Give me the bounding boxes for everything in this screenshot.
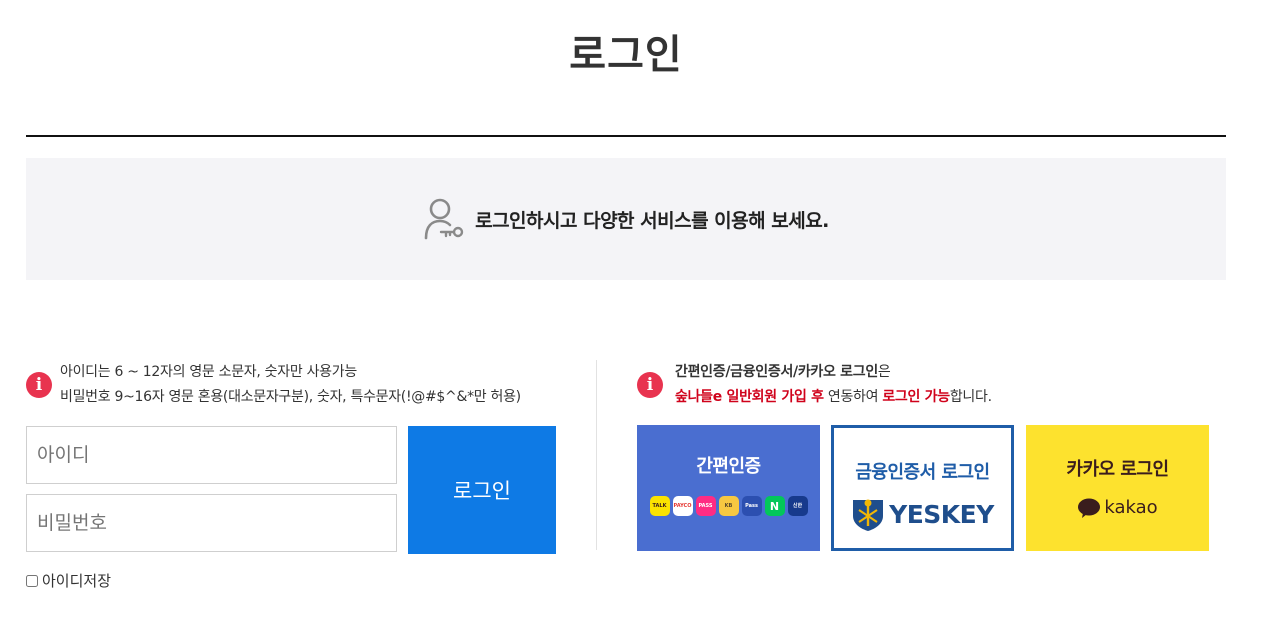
simple-auth-label: 간편인증 bbox=[696, 456, 761, 477]
shinhan-icon: 신한 bbox=[787, 496, 808, 516]
simple-auth-button[interactable]: 간편인증 TALK PAYCO PASS KB Pass N 신한 bbox=[637, 425, 820, 551]
title-divider bbox=[26, 135, 1226, 137]
provider-icons: TALK PAYCO PASS KB Pass N 신한 bbox=[649, 496, 808, 516]
yeskey-shield-icon bbox=[853, 499, 884, 531]
login-notice-id-rule: 아이디는 6 ~ 12자의 영문 소문자, 숫자만 사용가능 bbox=[60, 364, 357, 380]
kakaotalk-icon: TALK bbox=[649, 496, 670, 516]
banner-text: 로그인하시고 다양한 서비스를 이용해 보세요. bbox=[475, 209, 829, 232]
user-key-icon bbox=[424, 198, 464, 240]
alt-notice-methods: 간편인증/금융인증서/카카오 로그인 bbox=[675, 364, 878, 380]
alt-notice-possible: 로그인 가능 bbox=[882, 389, 950, 405]
remember-id-checkbox[interactable] bbox=[26, 574, 38, 587]
yeskey-logo: YESKEY bbox=[851, 496, 994, 532]
kakao-login-label: 카카오 로그인 bbox=[1066, 459, 1169, 480]
kakao-wordmark: kakao bbox=[1104, 497, 1158, 518]
kb-icon: KB bbox=[718, 496, 739, 516]
login-notice-password-rule: 비밀번호 9~16자 영문 혼용(대소문자구분), 숫자, 특수문자(!@#$^… bbox=[60, 389, 521, 405]
financial-cert-login-button[interactable]: 금융인증서 로그인 YESKEY bbox=[831, 425, 1014, 551]
yeskey-wordmark: YESKEY bbox=[889, 499, 994, 529]
login-notice: 아이디는 6 ~ 12자의 영문 소문자, 숫자만 사용가능 비밀번호 9~16… bbox=[60, 360, 521, 410]
financial-cert-label: 금융인증서 로그인 bbox=[855, 462, 990, 483]
kakao-logo: kakao bbox=[1077, 497, 1158, 518]
naver-icon: N bbox=[764, 496, 785, 516]
section-divider bbox=[596, 360, 597, 550]
kakao-login-button[interactable]: 카카오 로그인 kakao bbox=[1026, 425, 1209, 551]
samsung-pass-icon: Pass bbox=[741, 496, 762, 516]
info-icon: i bbox=[26, 372, 52, 398]
alt-notice-signup: 숲나들e 일반회원 가입 후 bbox=[675, 389, 824, 405]
page-title: 로그인 bbox=[569, 32, 683, 78]
info-icon: i bbox=[637, 372, 663, 398]
alt-notice-middle: 연동하여 bbox=[823, 389, 883, 405]
remember-id-label: 아이디저장 bbox=[42, 572, 112, 590]
pass-icon: PASS bbox=[695, 496, 716, 516]
login-button[interactable]: 로그인 bbox=[408, 426, 556, 554]
kakao-bubble-icon bbox=[1078, 498, 1101, 518]
payco-icon: PAYCO bbox=[672, 496, 693, 516]
login-banner: 로그인하시고 다양한 서비스를 이용해 보세요. bbox=[26, 158, 1226, 280]
remember-id[interactable]: 아이디저장 bbox=[26, 570, 111, 591]
password-input[interactable] bbox=[26, 494, 397, 552]
alt-notice-end: 합니다. bbox=[949, 389, 992, 405]
id-input[interactable] bbox=[26, 426, 397, 484]
alt-login-notice: 간편인증/금융인증서/카카오 로그인은 숲나들e 일반회원 가입 후 연동하여 … bbox=[675, 360, 992, 410]
alt-notice-suffix: 은 bbox=[877, 364, 891, 380]
